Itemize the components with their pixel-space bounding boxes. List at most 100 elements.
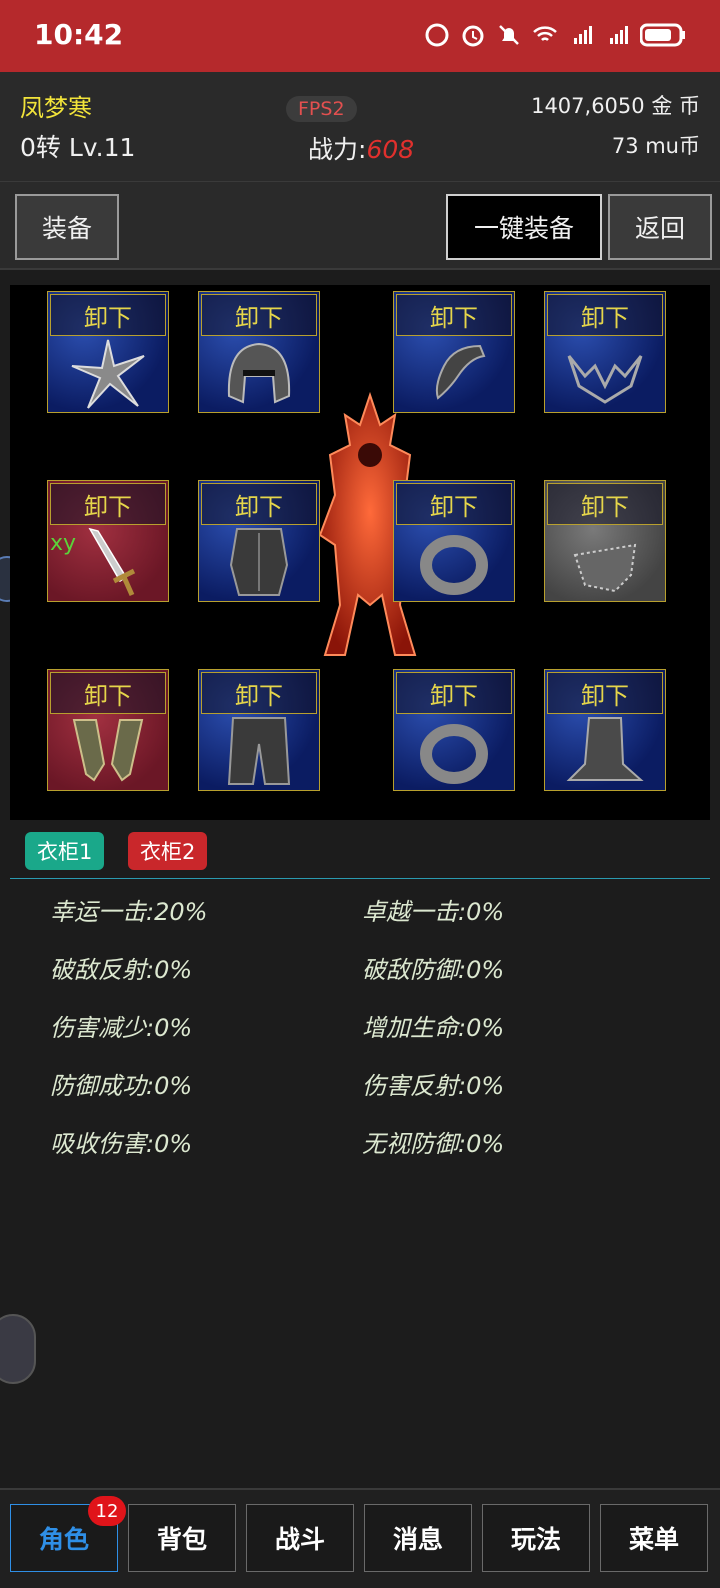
one-click-equip-button[interactable]: 一键装备 [446,194,602,260]
unequip-button[interactable]: 卸下 [547,672,663,714]
signal-4g-icon [610,26,628,44]
stat-row: 伤害反射:0% [362,1066,504,1101]
stat-value: 0% [466,1072,505,1100]
stat-value: 0% [466,898,505,926]
unequip-button[interactable]: 卸下 [50,294,166,336]
stat-row: 无视防御:0% [362,1124,504,1159]
status-time: 10:42 [34,18,124,51]
slot-helmet[interactable]: 卸下 [198,291,320,413]
slot-weapon[interactable]: 卸下 [47,291,169,413]
combat-power-label: 战力: [308,135,367,164]
status-bar: 10:42 [0,0,720,72]
stat-label: 卓越一击: [362,898,467,926]
boots-icon [566,717,644,781]
nav-bag[interactable]: 背包 [128,1504,236,1572]
stat-row: 破敌反射:0% [50,950,192,985]
player-header: 凤梦寒 0转 Lv.11 FPS2 战力:608 1407,6050 金 币 7… [0,72,720,182]
stat-row: 破敌防御:0% [362,950,504,985]
nav-messages[interactable]: 消息 [364,1504,472,1572]
unequip-button[interactable]: 卸下 [201,483,317,525]
nav-battle[interactable]: 战斗 [246,1504,354,1572]
armor-icon [229,528,289,596]
battery-icon [640,23,685,47]
slot-pants[interactable]: 卸下 [198,669,320,791]
slot-ring-2[interactable]: 卸下 [393,669,515,791]
equip-button[interactable]: 装备 [15,194,119,260]
unequip-button[interactable]: 卸下 [50,483,166,525]
nav-gameplay[interactable]: 玩法 [482,1504,590,1572]
player-level: 0转 Lv.11 [20,133,136,162]
unequip-button[interactable]: 卸下 [547,483,663,525]
nav-menu[interactable]: 菜单 [600,1504,708,1572]
slot-pendant[interactable]: 卸下 [393,291,515,413]
stat-label: 伤害减少: [50,1014,155,1042]
unequip-button[interactable]: 卸下 [396,483,512,525]
pendant-icon [435,344,486,400]
gold-amount: 1407,6050 金 币 [531,94,700,118]
equipment-panel: 卸下 卸下 卸下 卸下 卸下 xy 卸下 卸下 卸下 卸下 卸下 卸下 卸下 [10,285,710,820]
ring-icon [420,724,488,784]
stat-row: 防御成功:0% [50,1066,192,1101]
unequip-button[interactable]: 卸下 [50,672,166,714]
stat-value: 0% [466,1130,505,1158]
wardrobe-tab-2[interactable]: 衣柜2 [128,832,208,870]
divider [10,878,710,879]
gloves-icon [573,543,637,593]
stat-label: 伤害反射: [362,1072,467,1100]
floating-avatar-button[interactable] [0,1314,36,1384]
slot-sword[interactable]: 卸下 xy [47,480,169,602]
data-saver-icon [425,23,449,47]
ring-icon [420,535,488,595]
stat-value: 0% [466,956,505,984]
stat-row: 吸收伤害:0% [50,1124,192,1159]
fps-badge: FPS2 [286,96,357,122]
stat-value: 20% [154,898,208,926]
slot-boots[interactable]: 卸下 [544,669,666,791]
player-name: 凤梦寒 [20,94,92,122]
stat-row: 幸运一击:20% [50,892,207,927]
bell-off-icon [499,25,519,45]
stat-row: 伤害减少:0% [50,1008,192,1043]
unequip-button[interactable]: 卸下 [547,294,663,336]
back-button[interactable]: 返回 [608,194,712,260]
stat-label: 防御成功: [50,1072,155,1100]
stat-label: 破敌防御: [362,956,467,984]
slot-gauntlets[interactable]: 卸下 [47,669,169,791]
stat-label: 无视防御: [362,1130,467,1158]
signal-4g-icon [574,26,592,44]
weapon-star-icon [71,339,145,409]
slot-armor[interactable]: 卸下 [198,480,320,602]
mu-amount: 73 mu币 [611,134,700,158]
notification-badge: 12 [88,1496,126,1526]
item-tag: xy [50,531,77,556]
stat-label: 吸收伤害: [50,1130,155,1158]
bottom-nav: 角色 背包 战斗 消息 玩法 菜单 12 [0,1488,720,1588]
stat-label: 增加生命: [362,1014,467,1042]
slot-ring-1[interactable]: 卸下 [393,480,515,602]
equipment-toolbar: 装备 一键装备 返回 [0,182,720,270]
stat-label: 破敌反射: [50,956,155,984]
alarm-icon [462,25,484,47]
stat-row: 卓越一击:0% [362,892,504,927]
slot-wings[interactable]: 卸下 [544,291,666,413]
unequip-button[interactable]: 卸下 [396,672,512,714]
wifi-icon [533,26,557,41]
stat-value: 0% [154,1130,193,1158]
stat-row: 增加生命:0% [362,1008,504,1043]
stat-value: 0% [466,1014,505,1042]
pants-icon [227,717,291,785]
wardrobe-tab-1[interactable]: 衣柜1 [25,832,105,870]
unequip-button[interactable]: 卸下 [396,294,512,336]
helmet-icon [227,342,291,404]
sword-icon [88,527,136,597]
slot-gloves[interactable]: 卸下 [544,480,666,602]
unequip-button[interactable]: 卸下 [201,672,317,714]
stat-value: 0% [154,1072,193,1100]
wings-icon [567,355,643,404]
unequip-button[interactable]: 卸下 [201,294,317,336]
combat-power: 战力:608 [308,130,414,166]
stat-value: 0% [154,1014,193,1042]
stat-label: 幸运一击: [50,898,155,926]
gauntlets-icon [72,719,144,782]
status-icons [424,22,686,48]
